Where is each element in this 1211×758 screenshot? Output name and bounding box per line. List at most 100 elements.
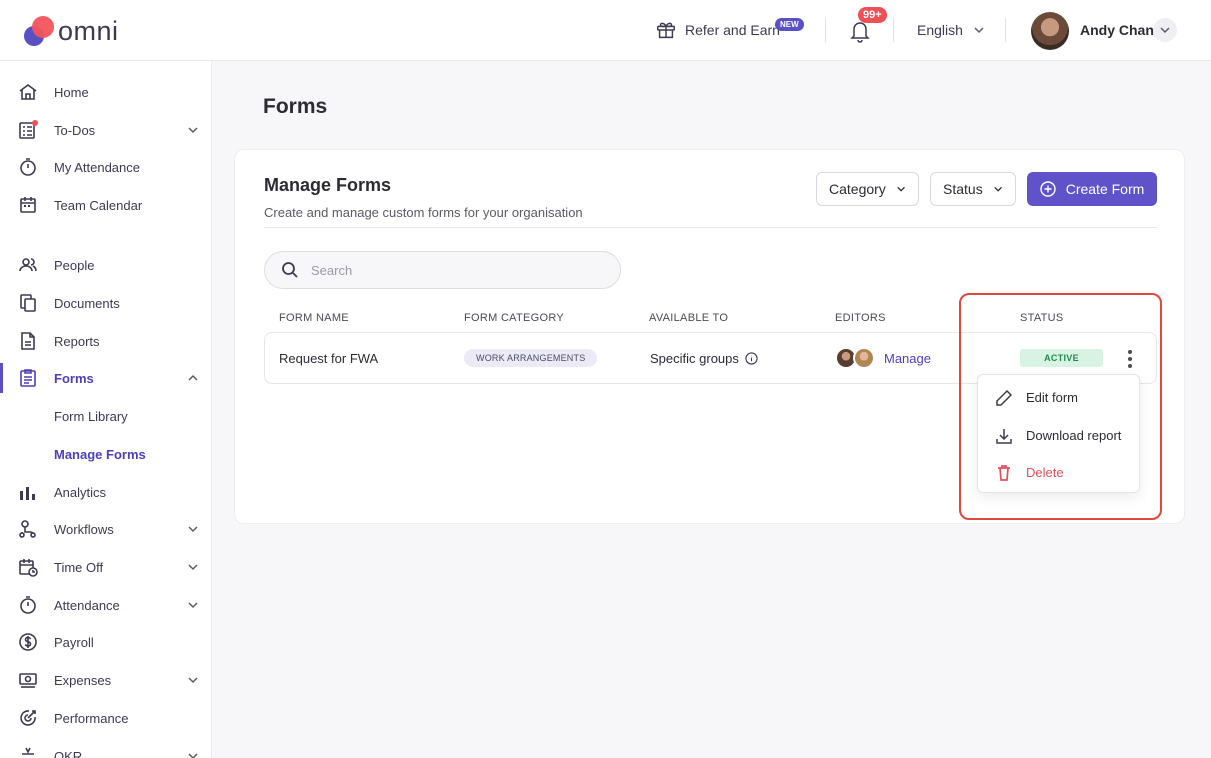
user-menu-toggle[interactable]: [1153, 18, 1177, 42]
sidebar-subitem-form-library[interactable]: Form Library: [54, 409, 128, 424]
sidebar-item-attendance[interactable]: Attendance: [0, 590, 211, 620]
gift-icon: [657, 22, 675, 39]
forms-icon: [20, 369, 36, 387]
download-icon: [996, 429, 1012, 444]
top-bar: omni Refer and Earn NEW 99+ English Andy…: [0, 0, 1211, 61]
user-avatar[interactable]: [1031, 12, 1069, 50]
omni-logo-mark: [22, 14, 56, 48]
sidebar-subitem-manage-forms[interactable]: Manage Forms: [54, 447, 146, 462]
sidebar-item-analytics[interactable]: Analytics: [0, 477, 211, 507]
divider: [893, 18, 894, 42]
info-icon[interactable]: [745, 352, 758, 365]
workflow-icon: [19, 520, 36, 538]
sidebar-item-documents[interactable]: Documents: [0, 288, 211, 318]
new-badge: NEW: [775, 18, 804, 31]
stopwatch-icon: [20, 596, 36, 614]
language-selector[interactable]: English: [917, 22, 985, 38]
sidebar: Home To-Dos My Attendance Team Calendar …: [0, 61, 212, 758]
available-to-cell: Specific groups: [650, 351, 758, 366]
card-divider: [264, 227, 1157, 228]
menu-item-edit-form[interactable]: Edit form: [978, 379, 1141, 415]
omni-logo[interactable]: omni: [22, 14, 119, 48]
chevron-down-icon: [1160, 27, 1170, 34]
trash-icon: [998, 465, 1010, 481]
create-form-button[interactable]: Create Form: [1027, 172, 1157, 206]
sidebar-item-workflows[interactable]: Workflows: [0, 514, 211, 544]
sidebar-item-okr[interactable]: OKR: [0, 741, 211, 758]
sidebar-item-label: Team Calendar: [54, 198, 143, 213]
search-box: [264, 251, 621, 289]
sidebar-item-label: Documents: [54, 296, 120, 311]
sidebar-item-team-calendar[interactable]: Team Calendar: [0, 190, 211, 220]
checklist-icon: [19, 120, 38, 139]
plus-circle-icon: [1040, 181, 1056, 197]
column-header-form-name: FORM NAME: [279, 312, 349, 324]
chevron-down-icon: [188, 602, 198, 609]
sidebar-item-my-attendance[interactable]: My Attendance: [0, 152, 211, 182]
search-input[interactable]: [311, 262, 601, 278]
sidebar-item-label: Analytics: [54, 485, 107, 500]
home-icon: [19, 84, 37, 100]
manage-editors-link[interactable]: Manage: [884, 351, 931, 366]
calendar-clock-icon: [19, 559, 38, 577]
sidebar-item-forms[interactable]: Forms: [0, 363, 211, 393]
page-title: Forms: [263, 95, 328, 118]
sidebar-item-expenses[interactable]: Expenses: [0, 665, 211, 695]
chevron-down-icon: [188, 677, 198, 684]
refer-and-earn-link[interactable]: Refer and Earn NEW: [655, 18, 804, 41]
editor-avatar: [853, 347, 875, 369]
status-filter-label: Status: [943, 181, 983, 197]
sidebar-item-payroll[interactable]: Payroll: [0, 627, 211, 657]
card-title: Manage Forms: [264, 175, 392, 195]
sidebar-item-people[interactable]: People: [0, 250, 211, 280]
sidebar-item-label: Attendance: [54, 598, 120, 613]
column-header-form-category: FORM CATEGORY: [464, 312, 565, 324]
sidebar-item-label: To-Dos: [54, 123, 96, 138]
sidebar-item-label: Reports: [54, 334, 100, 349]
chevron-down-icon: [188, 526, 198, 533]
column-header-available-to: AVAILABLE TO: [649, 312, 729, 324]
sidebar-item-reports[interactable]: Reports: [0, 326, 211, 356]
sidebar-item-label: Payroll: [54, 635, 94, 650]
status-filter-dropdown[interactable]: Status: [930, 172, 1016, 206]
column-header-editors: EDITORS: [835, 312, 886, 324]
category-pill: WORK ARRANGEMENTS: [464, 349, 598, 367]
menu-item-label: Edit form: [1026, 390, 1079, 405]
menu-item-download-report[interactable]: Download report: [978, 417, 1141, 453]
sidebar-item-time-off[interactable]: Time Off: [0, 552, 211, 582]
stopwatch-icon: [20, 158, 36, 176]
documents-icon: [20, 294, 36, 312]
form-name-cell[interactable]: Request for FWA: [279, 351, 378, 366]
dollar-circle-icon: [19, 633, 37, 651]
available-to-label: Specific groups: [650, 351, 739, 366]
menu-item-label: Download report: [1026, 428, 1122, 443]
chevron-down-icon: [188, 753, 198, 758]
okr-icon: [22, 747, 34, 755]
sidebar-item-label: People: [54, 258, 95, 273]
sidebar-item-label: Forms: [54, 371, 94, 386]
chevron-down-icon: [974, 27, 984, 34]
user-name[interactable]: Andy Chan: [1080, 22, 1154, 38]
row-actions-menu: Edit form Download report Delete: [977, 374, 1140, 493]
divider: [825, 18, 826, 42]
category-filter-dropdown[interactable]: Category: [816, 172, 919, 206]
divider: [1005, 18, 1006, 42]
report-icon: [21, 332, 35, 350]
chevron-down-icon: [188, 564, 198, 571]
category-filter-label: Category: [829, 181, 886, 197]
sidebar-item-performance[interactable]: Performance: [0, 703, 211, 733]
menu-item-delete[interactable]: Delete: [978, 454, 1141, 490]
people-icon: [19, 258, 37, 272]
chevron-up-icon: [188, 374, 198, 381]
create-form-label: Create Form: [1065, 181, 1145, 197]
sidebar-item-label: Performance: [54, 711, 129, 726]
sidebar-item-label: Home: [54, 85, 89, 100]
sidebar-item-to-dos[interactable]: To-Dos: [0, 115, 211, 145]
search-icon: [282, 262, 298, 278]
card-subtitle: Create and manage custom forms for your …: [264, 205, 583, 220]
sidebar-item-label: Expenses: [54, 673, 112, 688]
chevron-down-icon: [897, 186, 905, 192]
sidebar-item-label: Time Off: [54, 560, 104, 575]
sidebar-item-home[interactable]: Home: [0, 77, 211, 107]
bar-chart-icon: [20, 487, 35, 500]
